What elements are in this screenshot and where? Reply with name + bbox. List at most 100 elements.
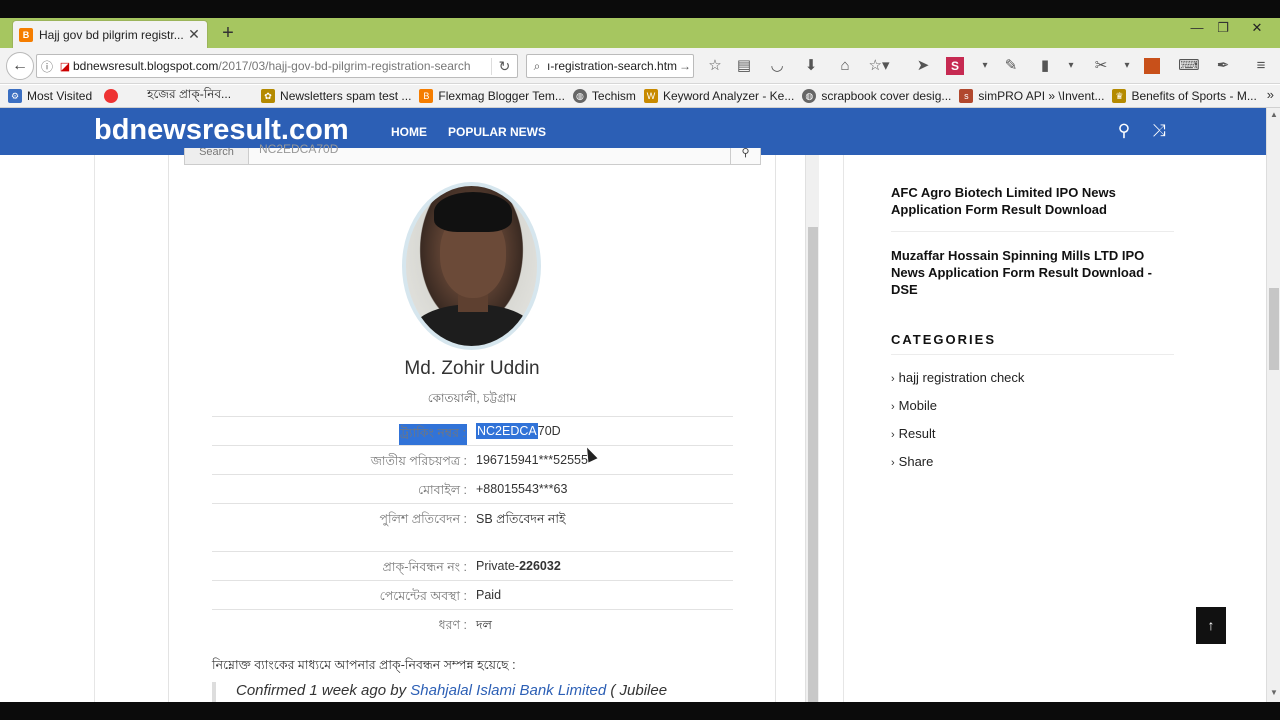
bank-confirmation: Confirmed 1 week ago by Shahjalal Islami… <box>212 682 732 702</box>
tracking-value[interactable]: NC2EDCA70D <box>476 423 561 439</box>
bookmark-newsletters[interactable]: ✿ Newsletters spam test ... <box>261 89 411 103</box>
hamburger-menu-icon[interactable]: ≡ <box>1250 54 1272 78</box>
tools-dropdown-icon[interactable]: ▾ <box>1116 54 1138 78</box>
red-bug-icon <box>104 89 119 103</box>
trophy-icon: ♛ <box>1112 89 1127 103</box>
category-mobile[interactable]: › Mobile <box>891 398 937 413</box>
tab-active[interactable]: B Hajj gov bd pilgrim registr... ✕ <box>12 20 208 48</box>
bank-link[interactable]: Shahjalal Islami Bank Limited <box>410 682 606 699</box>
bookmark-star-icon[interactable]: ☆ <box>704 54 726 78</box>
bookmark-flexmag[interactable]: B Flexmag Blogger Tem... <box>419 89 565 103</box>
new-tab-button[interactable]: + <box>218 22 238 44</box>
globe-icon: ◍ <box>802 89 817 103</box>
prereg-value: Private-226032 <box>476 559 561 573</box>
send-icon[interactable]: ➤ <box>912 54 934 78</box>
nid-value: 196715941***52555 <box>476 453 588 467</box>
search-value[interactable]: ı-registration-search.html <box>547 59 677 73</box>
search-button-icon[interactable]: ⚲ <box>730 148 760 164</box>
s-extension-icon[interactable]: S <box>946 57 964 75</box>
pilgrim-name: Md. Zohir Uddin <box>404 358 540 379</box>
page-scrollbar[interactable]: ▲ ▼ <box>1266 108 1280 702</box>
bookmark-hajj[interactable]: হজের প্রাক্-নিব... <box>147 86 231 106</box>
bottom-border <box>0 702 1280 720</box>
bookmark-benefits-sports[interactable]: ♛ Benefits of Sports - M... <box>1112 89 1257 103</box>
shuffle-icon[interactable]: ⤨ <box>1149 121 1169 141</box>
url-text[interactable]: bdnewsresult.blogspot.com/2017/03/hajj-g… <box>73 59 491 73</box>
scroll-thumb[interactable] <box>1269 288 1279 370</box>
reload-icon[interactable]: ↻ <box>491 57 517 75</box>
tracking-search-input[interactable]: NC2EDCA70D <box>259 142 338 156</box>
keyboard-icon[interactable]: ⌨ <box>1178 54 1200 78</box>
gear-icon: ⚙ <box>8 89 22 103</box>
nav-home[interactable]: HOME <box>391 125 427 139</box>
category-result[interactable]: › Result <box>891 426 936 441</box>
bookmark-red-bug[interactable] <box>104 89 123 103</box>
nav-popular-news[interactable]: POPULAR NEWS <box>448 125 546 139</box>
row-payment-status: পেমেন্টের অবস্থা : Paid <box>212 580 733 609</box>
close-tab-icon[interactable]: ✕ <box>187 26 201 43</box>
scroll-up-icon[interactable]: ▲ <box>1267 110 1280 119</box>
pilgrim-photo <box>402 182 541 350</box>
reading-list-icon[interactable]: ▤ <box>733 54 755 78</box>
chevron-right-icon: › <box>891 429 895 441</box>
bookmark-keyword-analyzer[interactable]: W Keyword Analyzer - Ke... <box>643 89 794 103</box>
star-menu-icon[interactable]: ☆▾ <box>868 54 890 78</box>
categories-underline <box>891 354 1174 355</box>
row-tracking-number: ট্র্যাকিং নম্বর : NC2EDCA70D <box>212 416 733 446</box>
bookmark-simpro[interactable]: s simPRO API » \Invent... <box>959 89 1104 103</box>
type-value: দল <box>476 618 492 632</box>
prereg-label: প্রাক্-নিবন্ধন নং : <box>382 560 467 574</box>
chevron-right-icon: › <box>891 457 895 469</box>
tracking-search-row: Search NC2EDCA70D ⚲ <box>184 142 761 165</box>
sidebar-divider <box>843 155 844 702</box>
addon-icon[interactable] <box>1144 58 1160 74</box>
download-icon[interactable]: ⬇ <box>800 54 822 78</box>
close-window-button[interactable]: ✕ <box>1242 18 1272 40</box>
sidebar-divider-line <box>891 231 1174 232</box>
url-bar[interactable]: ⓘ ◪ bdnewsresult.blogspot.com/2017/03/ha… <box>36 54 518 78</box>
extension-icon[interactable]: ✎ <box>1000 54 1022 78</box>
bookmark-techism[interactable]: ◍ Techism <box>572 89 636 103</box>
pocket-icon[interactable]: ◡ <box>766 54 788 78</box>
blogger-icon: B <box>19 27 33 42</box>
back-button[interactable]: ← <box>6 52 34 80</box>
search-icon: ⌕ <box>533 58 541 73</box>
category-share[interactable]: › Share <box>891 454 933 469</box>
extension-dropdown-icon[interactable]: ▾ <box>974 54 996 78</box>
mobile-label: মোবাইল : <box>418 483 467 497</box>
category-hajj[interactable]: › hajj registration check <box>891 370 1024 385</box>
search-box[interactable]: ⌕ ı-registration-search.html → <box>526 54 694 78</box>
payment-label: পেমেন্টের অবস্থা : <box>379 589 467 603</box>
tools-icon[interactable]: ✂ <box>1090 54 1112 78</box>
clipboard-icon[interactable]: ▮ <box>1034 54 1056 78</box>
content-scrollbar[interactable] <box>805 155 819 702</box>
info-icon[interactable]: ⓘ <box>37 58 57 75</box>
police-label: পুলিশ প্রতিবেদন : <box>379 512 467 526</box>
bookmark-scrapbook[interactable]: ◍ scrapbook cover desig... <box>802 89 951 103</box>
scroll-down-icon[interactable]: ▼ <box>1267 688 1280 697</box>
ws-icon: W <box>643 89 658 103</box>
web-page: bdnewsresult.com HOME POPULAR NEWS ⚲ ⤨ S… <box>0 108 1266 702</box>
tab-title: Hajj gov bd pilgrim registr... <box>39 27 184 42</box>
restore-button[interactable]: ❐ <box>1208 18 1238 40</box>
row-type: ধরণ : দল <box>212 609 733 638</box>
row-national-id: জাতীয় পরিচয়পত্র : 196715941***52555 <box>212 445 733 474</box>
home-icon[interactable]: ⌂ <box>834 54 856 78</box>
bank-note: নিম্নোক্ত ব্যাংকের মাধ্যমে আপনার প্রাক্-… <box>212 658 516 672</box>
chevron-right-icon: › <box>891 401 895 413</box>
bookmark-most-visited[interactable]: ⚙ Most Visited <box>8 89 92 103</box>
sidebar-post-afc[interactable]: AFC Agro Biotech Limited IPO News Applic… <box>891 184 1174 218</box>
row-mobile: মোবাইল : +88015543***63 <box>212 474 733 503</box>
row-police-report: পুলিশ প্রতিবেদন : SB প্রতিবেদন নাই <box>212 503 733 551</box>
eyedropper-icon[interactable]: ✒ <box>1212 54 1234 78</box>
simpro-icon: s <box>959 89 974 103</box>
search-icon[interactable]: ⚲ <box>1114 121 1134 141</box>
clipboard-dropdown-icon[interactable]: ▾ <box>1060 54 1082 78</box>
bookmarks-bar: ⚙ Most Visited হজের প্রাক্-নিব... ✿ Newsle… <box>0 85 1280 108</box>
search-go-icon[interactable]: → <box>677 59 693 73</box>
back-to-top-button[interactable]: ↑ <box>1196 607 1226 644</box>
sidebar-post-muzaffar[interactable]: Muzaffar Hossain Spinning Mills LTD IPO … <box>891 247 1174 298</box>
mobile-value: +88015543***63 <box>476 482 568 496</box>
bookmarks-overflow-icon[interactable]: » <box>1267 87 1274 102</box>
row-pre-registration: প্রাক্-নিবন্ধন নং : Private-226032 <box>212 551 733 580</box>
